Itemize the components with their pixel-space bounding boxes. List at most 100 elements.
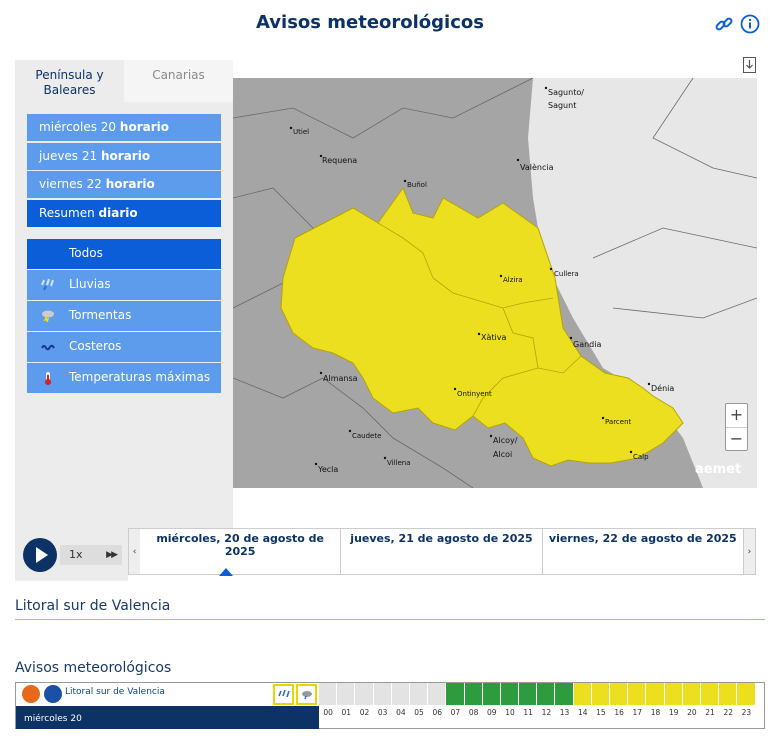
date-cell-thursday[interactable]: jueves, 21 de agosto de 2025: [341, 529, 543, 574]
hour-level: [555, 683, 574, 705]
hour-cell: 00: [319, 683, 338, 717]
hour-cell: 15: [591, 683, 610, 717]
svg-text:Almansa: Almansa: [323, 374, 358, 383]
hour-level: [319, 683, 338, 705]
day-list: miércoles 20 horario jueves 21 horario v…: [27, 114, 221, 228]
day-item-friday[interactable]: viernes 22 horario: [27, 171, 221, 198]
day-item-wednesday[interactable]: miércoles 20 horario: [27, 114, 221, 141]
fast-forward-icon[interactable]: ▶▶: [106, 545, 118, 565]
svg-text:Xàtiva: Xàtiva: [481, 333, 506, 342]
storm-icon: [296, 684, 317, 705]
hour-cell: 22: [719, 683, 738, 717]
hour-cell: 20: [682, 683, 701, 717]
svg-text:Buñol: Buñol: [407, 181, 427, 189]
hour-cell: 19: [664, 683, 683, 717]
hour-label: 13: [559, 708, 570, 717]
hour-label: 16: [614, 708, 624, 717]
hour-level: [337, 683, 356, 705]
hour-label: 23: [741, 708, 752, 717]
hour-level: [573, 683, 592, 705]
type-item-all[interactable]: Todos: [27, 239, 221, 269]
selected-date-marker: [219, 568, 233, 576]
speed-select[interactable]: 1x ▶▶: [60, 545, 122, 565]
zoom-out-button[interactable]: −: [726, 427, 747, 450]
hour-label: 05: [414, 708, 424, 717]
hour-cell: 14: [573, 683, 592, 717]
hour-cell: 07: [446, 683, 465, 717]
warning-map[interactable]: Sagunto/Sagunt Utiel Requena València Bu…: [233, 78, 757, 488]
link-icon[interactable]: [714, 14, 734, 34]
hour-level: [628, 683, 647, 705]
zoom-in-button[interactable]: +: [726, 404, 747, 427]
avisos-table: Litoral sur de Valencia miércoles 20 00 0…: [15, 682, 765, 729]
hour-cell: 02: [355, 683, 374, 717]
hour-level: [682, 683, 701, 705]
hour-level: [373, 683, 392, 705]
hour-label: 01: [341, 708, 352, 717]
date-cell-friday[interactable]: viernes, 22 de agosto de 2025: [543, 529, 744, 574]
hour-cell: 21: [700, 683, 720, 717]
hour-cell: 01: [337, 683, 356, 717]
hour-label: 21: [705, 708, 715, 717]
type-item-coastal[interactable]: Costeros: [27, 332, 221, 362]
hour-label: 10: [505, 708, 515, 717]
type-item-rain[interactable]: Lluvias: [27, 270, 221, 300]
zone-title: Litoral sur de Valencia: [15, 598, 171, 614]
date-cell-wednesday[interactable]: miércoles, 20 de agosto de 2025: [140, 529, 342, 574]
svg-text:Gandia: Gandia: [573, 340, 601, 349]
hour-label: 20: [687, 708, 697, 717]
hour-level: [391, 683, 410, 705]
hour-cell: 06: [428, 683, 447, 717]
play-icon[interactable]: [23, 538, 57, 572]
divider: [15, 619, 765, 620]
next-date-arrow[interactable]: ›: [743, 529, 755, 574]
svg-text:Cullera: Cullera: [554, 270, 579, 278]
svg-text:València: València: [520, 162, 554, 172]
page: Avisos meteorológicos Península y Balear…: [0, 0, 776, 736]
hour-level: [519, 683, 538, 705]
hour-label: 18: [650, 708, 661, 717]
hour-label: 17: [632, 708, 643, 717]
day-item-thursday[interactable]: jueves 21 horario: [27, 142, 221, 170]
rain-icon: [273, 684, 294, 705]
warning-type-list: Todos Lluvias Tormentas Costeros Tempera…: [27, 239, 221, 394]
storm-icon: [27, 310, 69, 322]
hour-label: 15: [596, 708, 606, 717]
hour-cell: 23: [737, 683, 756, 717]
date-strip: ‹ miércoles, 20 de agosto de 2025 jueves…: [128, 528, 756, 576]
feed-icon[interactable]: [44, 685, 62, 703]
hour-cell: 09: [482, 683, 501, 717]
svg-text:Caudete: Caudete: [352, 432, 381, 440]
type-item-storms[interactable]: Tormentas: [27, 301, 221, 331]
avisos-day-label: miércoles 20: [16, 706, 319, 729]
type-item-max-temp[interactable]: Temperaturas máximas: [27, 363, 221, 393]
hour-cell: 08: [464, 683, 483, 717]
svg-text:Utiel: Utiel: [293, 128, 309, 136]
tab-canarias[interactable]: Canarias: [124, 60, 233, 102]
hour-cell: 13: [555, 683, 574, 717]
svg-text:Sagunt: Sagunt: [548, 101, 576, 110]
svg-text:Alcoi: Alcoi: [493, 450, 512, 459]
hour-cell: 04: [391, 683, 410, 717]
hour-label: 14: [577, 708, 588, 717]
hour-label: 12: [541, 708, 552, 717]
download-icon[interactable]: [743, 57, 756, 77]
left-panel: Península y Baleares Canarias miércoles …: [15, 60, 233, 530]
zone-link[interactable]: Litoral sur de Valencia: [65, 687, 165, 697]
prev-date-arrow[interactable]: ‹: [129, 529, 140, 574]
day-item-summary[interactable]: Resumen diario: [27, 199, 221, 227]
info-icon[interactable]: [740, 14, 760, 34]
hour-label: 11: [523, 708, 533, 717]
zoom-control: + −: [725, 403, 748, 451]
rss-icon[interactable]: [22, 685, 40, 703]
hour-cell: 11: [519, 683, 538, 717]
hour-cell: 10: [500, 683, 520, 717]
tab-peninsula-baleares[interactable]: Península y Baleares: [15, 60, 124, 102]
hour-label: 04: [396, 708, 406, 717]
hour-level: [428, 683, 447, 705]
header-icons: [714, 14, 760, 34]
hour-level: [537, 683, 556, 705]
svg-text:Sagunto/: Sagunto/: [548, 88, 584, 97]
hour-level: [482, 683, 501, 705]
rain-icon: [27, 278, 69, 291]
